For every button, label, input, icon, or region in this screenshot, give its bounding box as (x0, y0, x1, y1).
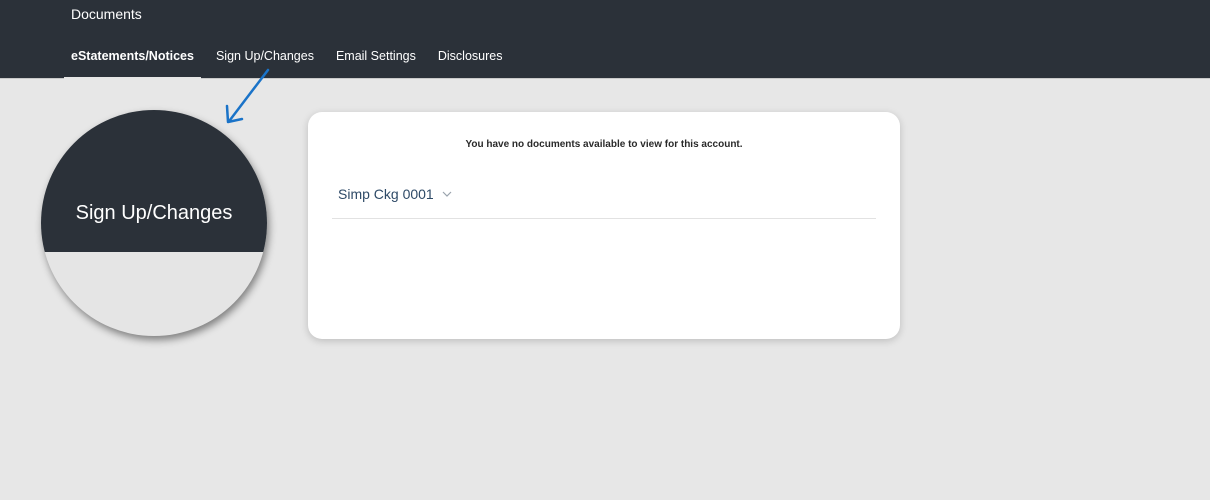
top-header: Documents eStatements/Notices Sign Up/Ch… (0, 0, 1210, 79)
documents-card: You have no documents available to view … (308, 112, 900, 339)
divider (332, 218, 876, 219)
tab-bar: eStatements/Notices Sign Up/Changes Emai… (64, 40, 517, 79)
zoom-callout-label: Sign Up/Changes (75, 202, 233, 224)
zoom-callout: Sign Up/Changes (41, 110, 267, 336)
chevron-down-icon (442, 191, 452, 197)
tab-email-settings[interactable]: Email Settings (329, 40, 423, 79)
empty-state-message: You have no documents available to view … (465, 139, 743, 150)
zoom-callout-header (41, 110, 267, 252)
tab-estatements-notices[interactable]: eStatements/Notices (64, 40, 201, 79)
account-dropdown-value: Simp Ckg 0001 (338, 186, 434, 202)
account-dropdown[interactable]: Simp Ckg 0001 (338, 184, 452, 204)
page-title: Documents (71, 6, 142, 22)
tab-disclosures[interactable]: Disclosures (431, 40, 510, 79)
